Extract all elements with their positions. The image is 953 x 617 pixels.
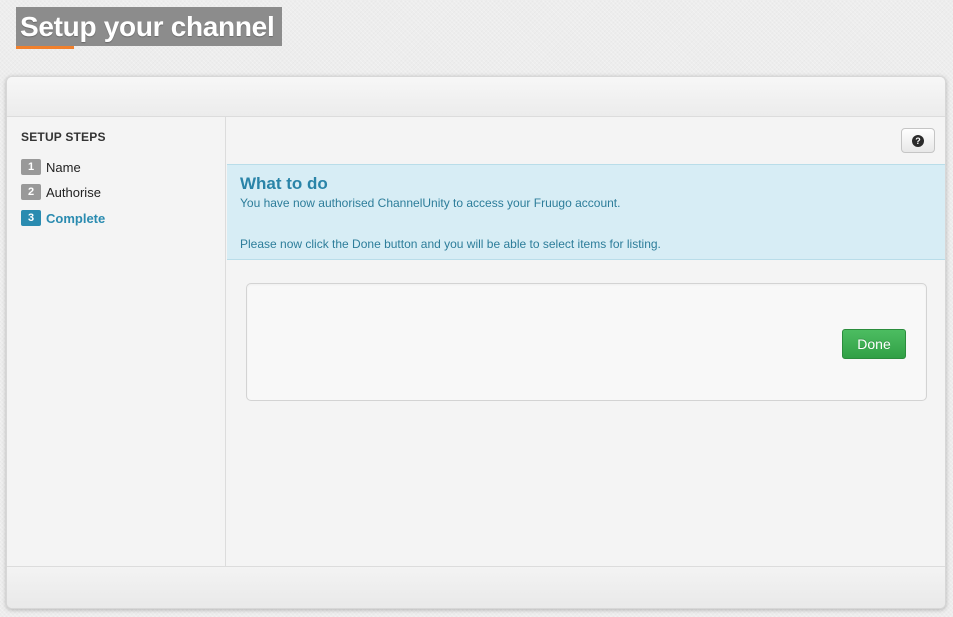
done-button[interactable]: Done: [842, 329, 906, 359]
info-text-line-1: You have now authorised ChannelUnity to …: [240, 196, 621, 210]
title-underline: [16, 46, 74, 49]
step-name[interactable]: 1 Name: [21, 159, 81, 175]
step-label: Authorise: [46, 184, 101, 200]
main-content: ? What to do You have now authorised Cha…: [227, 117, 945, 566]
step-number: 2: [21, 184, 41, 200]
setup-steps-sidebar: SETUP STEPS 1 Name 2 Authorise 3 Complet…: [7, 117, 226, 566]
question-circle-icon: ?: [912, 134, 924, 147]
setup-panel: SETUP STEPS 1 Name 2 Authorise 3 Complet…: [6, 76, 946, 609]
what-to-do-box: What to do You have now authorised Chann…: [227, 164, 945, 260]
step-number: 3: [21, 210, 41, 226]
info-title: What to do: [240, 174, 328, 193]
step-label: Name: [46, 159, 81, 175]
setup-steps-heading: SETUP STEPS: [21, 130, 106, 144]
panel-header: [7, 77, 945, 117]
step-label: Complete: [46, 210, 106, 226]
page-title: Setup your channel: [16, 7, 282, 46]
step-number: 1: [21, 159, 41, 175]
step-authorise[interactable]: 2 Authorise: [21, 184, 101, 200]
action-well: Done: [246, 283, 927, 401]
info-text-line-2: Please now click the Done button and you…: [240, 237, 661, 251]
panel-footer: [7, 566, 945, 608]
step-complete[interactable]: 3 Complete: [21, 210, 105, 226]
help-button[interactable]: ?: [901, 128, 935, 153]
